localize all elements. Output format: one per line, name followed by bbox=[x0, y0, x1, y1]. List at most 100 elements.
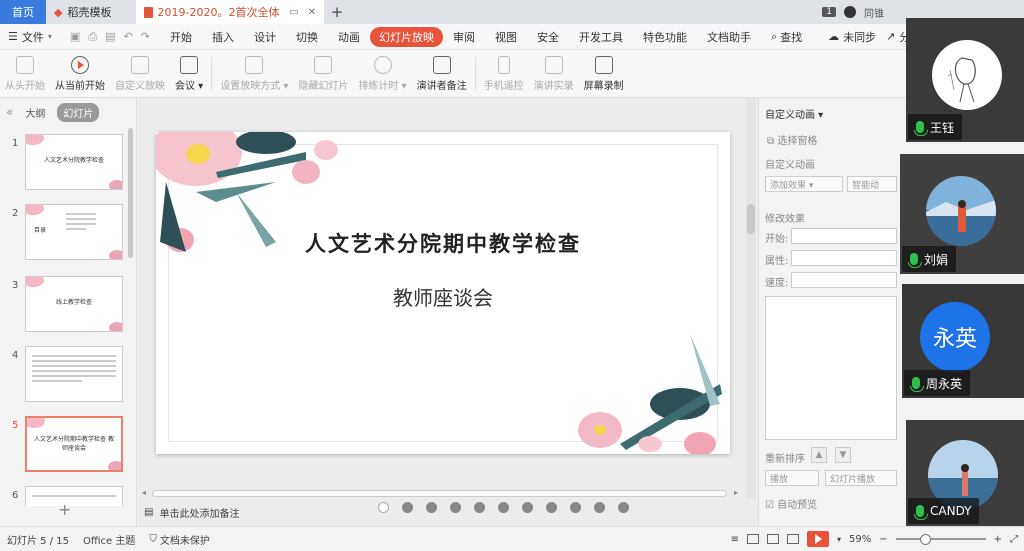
add-slide-button[interactable]: + bbox=[58, 500, 71, 519]
menu-tab-features[interactable]: 特色功能 bbox=[633, 29, 697, 45]
slide-dot[interactable] bbox=[426, 502, 437, 513]
slide-dot[interactable] bbox=[402, 502, 413, 513]
scroll-right-icon[interactable]: ▸ bbox=[734, 488, 738, 497]
new-tab-button[interactable]: + bbox=[324, 0, 350, 24]
smart-animation-button[interactable]: 智能动 bbox=[847, 176, 897, 192]
thumbnail-item[interactable]: 1 人文艺术分院教学检查 bbox=[0, 134, 128, 196]
slide-dot[interactable] bbox=[474, 502, 485, 513]
zoom-in-button[interactable]: + bbox=[994, 534, 1002, 545]
horizontal-scrollbar[interactable]: ◂ ▸ bbox=[142, 488, 742, 498]
file-menu[interactable]: ☰ 文件 ▾ bbox=[0, 29, 60, 45]
tab-template[interactable]: ◆ 稻壳模板 bbox=[46, 0, 136, 24]
menu-tab-view[interactable]: 视图 bbox=[485, 29, 527, 45]
speech-record-button[interactable]: 演讲实录 bbox=[529, 52, 579, 96]
collapse-panel-icon[interactable]: « bbox=[6, 105, 13, 119]
participant-tile[interactable]: 永英 周永英 bbox=[902, 284, 1024, 398]
slide-dot[interactable] bbox=[618, 502, 629, 513]
slide-dot[interactable] bbox=[498, 502, 509, 513]
zoom-out-button[interactable]: − bbox=[879, 534, 887, 545]
play-from-start-button[interactable]: 从头开始 bbox=[0, 52, 50, 96]
phone-remote-button[interactable]: 手机遥控 bbox=[479, 52, 529, 96]
participant-tile[interactable]: CANDY bbox=[906, 420, 1024, 526]
task-pane-title[interactable]: 自定义动画 ▾ bbox=[765, 106, 823, 121]
speed-field[interactable] bbox=[791, 272, 897, 288]
screen-record-button[interactable]: 屏幕录制 bbox=[579, 52, 629, 96]
setup-show-button[interactable]: 设置放映方式 ▾ bbox=[215, 52, 293, 96]
scrollbar-thumb[interactable] bbox=[747, 204, 755, 234]
notes-toggle-icon[interactable]: ≡ bbox=[731, 534, 739, 545]
zoom-level[interactable]: 59% bbox=[849, 534, 871, 545]
tab-document[interactable]: 2019-2020。2首次全体大会 ▭ ✕ bbox=[136, 0, 324, 24]
thumbnail-scrollbar[interactable] bbox=[128, 128, 133, 258]
notes-area[interactable]: ▤ 单击此处添加备注 bbox=[138, 502, 378, 522]
reading-view-icon[interactable] bbox=[786, 534, 799, 544]
play-from-current-button[interactable]: 从当前开始 bbox=[50, 52, 110, 96]
scroll-left-icon[interactable]: ◂ bbox=[142, 488, 146, 497]
scrollbar-track[interactable] bbox=[152, 490, 727, 497]
save-icon[interactable]: ▣ bbox=[70, 30, 80, 44]
thumbnail-item-current[interactable]: 5 人文艺术分院期中教学检查 教师座谈会 bbox=[0, 416, 128, 478]
sync-status[interactable]: ☁ 未同步 ↗ 分 bbox=[828, 29, 910, 45]
start-field[interactable] bbox=[791, 228, 897, 244]
menu-tab-slideshow[interactable]: 幻灯片放映 bbox=[369, 26, 443, 47]
menu-tab-start[interactable]: 开始 bbox=[160, 29, 202, 45]
animation-list[interactable] bbox=[765, 296, 897, 440]
tab-outline[interactable]: 大纲 bbox=[19, 103, 51, 122]
slide-dot[interactable] bbox=[378, 502, 389, 513]
menu-tab-developer[interactable]: 开发工具 bbox=[569, 29, 633, 45]
print-icon[interactable]: ⎙ bbox=[88, 30, 97, 44]
menu-tab-transition[interactable]: 切换 bbox=[286, 29, 328, 45]
slide-title[interactable]: 人文艺术分院期中教学检查 bbox=[156, 228, 730, 258]
thumbnail-item[interactable]: 2 目录 bbox=[0, 204, 128, 266]
undo-icon[interactable]: ↶ bbox=[124, 30, 133, 44]
menu-tab-insert[interactable]: 插入 bbox=[202, 29, 244, 45]
tab-slides[interactable]: 幻灯片 bbox=[57, 102, 100, 122]
thumbnail-item[interactable]: 4 bbox=[0, 346, 128, 408]
participant-tile[interactable]: 王钰 bbox=[906, 18, 1024, 142]
redo-icon[interactable]: ↷ bbox=[141, 30, 150, 44]
menu-tab-design[interactable]: 设计 bbox=[244, 29, 286, 45]
slide-dot[interactable] bbox=[570, 502, 581, 513]
slide-dot[interactable] bbox=[594, 502, 605, 513]
add-effect-button[interactable]: 添加效果 ▾ bbox=[765, 176, 843, 192]
sorter-view-icon[interactable] bbox=[766, 534, 779, 544]
menu-tab-review[interactable]: 审阅 bbox=[443, 29, 485, 45]
play-button[interactable]: 播放 bbox=[765, 470, 819, 486]
menu-tab-assistant[interactable]: 文档助手 bbox=[697, 29, 761, 45]
vertical-scrollbar[interactable] bbox=[746, 98, 756, 498]
property-field[interactable] bbox=[791, 250, 897, 266]
meeting-button[interactable]: 会议 ▾ bbox=[170, 52, 208, 96]
presenter-notes-button[interactable]: 演讲者备注 bbox=[412, 52, 472, 96]
slide-dot[interactable] bbox=[450, 502, 461, 513]
move-up-button[interactable]: ▲ bbox=[811, 447, 827, 463]
tab-close-icon[interactable]: ✕ bbox=[308, 7, 316, 18]
thumbnail-item[interactable]: 3 线上教学检查 bbox=[0, 276, 128, 338]
participant-tile[interactable]: 刘娟 bbox=[900, 154, 1024, 274]
slideshow-play-button[interactable] bbox=[806, 531, 829, 547]
menu-tab-security[interactable]: 安全 bbox=[527, 29, 569, 45]
rehearse-timing-button[interactable]: 排练计时 ▾ bbox=[353, 52, 411, 96]
search-button[interactable]: ⌕ 查找 bbox=[761, 29, 812, 45]
autopreview-checkbox[interactable]: ☑ 自动预览 bbox=[765, 496, 817, 511]
normal-view-icon[interactable] bbox=[746, 534, 759, 544]
tab-home[interactable]: 首页 bbox=[0, 0, 46, 24]
user-avatar[interactable] bbox=[844, 6, 856, 18]
chevron-down-icon[interactable]: ▾ bbox=[837, 535, 841, 544]
slide-dot[interactable] bbox=[522, 502, 533, 513]
protect-status[interactable]: ⛉ 文档未保护 bbox=[142, 532, 217, 547]
custom-show-button[interactable]: 自定义放映 bbox=[110, 52, 170, 96]
slideshow-button[interactable]: 幻灯片播放 bbox=[825, 470, 897, 486]
hide-slide-button[interactable]: 隐藏幻灯片 bbox=[293, 52, 353, 96]
preview-icon[interactable]: ▤ bbox=[105, 30, 115, 44]
move-down-button[interactable]: ▼ bbox=[835, 447, 851, 463]
theme-name[interactable]: Office 主题 bbox=[76, 532, 142, 547]
current-slide[interactable]: 人文艺术分院期中教学检查 教师座谈会 bbox=[156, 132, 730, 454]
menu-tab-animation[interactable]: 动画 bbox=[328, 29, 370, 45]
window-count-badge[interactable]: 1 bbox=[822, 7, 836, 17]
slide-dot[interactable] bbox=[546, 502, 557, 513]
user-name[interactable]: 同锥 bbox=[864, 5, 884, 20]
selection-pane-link[interactable]: ⧉ 选择窗格 bbox=[767, 132, 817, 147]
fit-window-icon[interactable]: ⤢ bbox=[1010, 534, 1018, 545]
slide-subtitle[interactable]: 教师座谈会 bbox=[156, 282, 730, 311]
zoom-slider[interactable] bbox=[895, 534, 986, 545]
